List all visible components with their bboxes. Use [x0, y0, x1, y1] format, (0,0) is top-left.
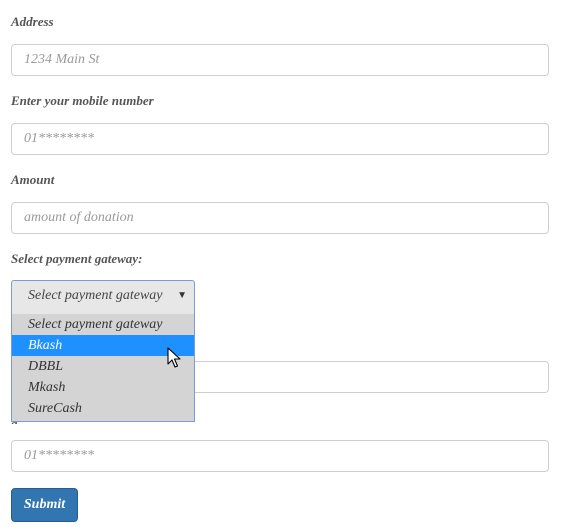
select-current-value: Select payment gateway [28, 288, 163, 303]
second-mobile-input[interactable] [11, 440, 549, 472]
address-input[interactable] [11, 44, 549, 76]
payment-gateway-label: Select payment gateway: [11, 251, 143, 266]
amount-label: Amount [11, 172, 55, 187]
amount-input[interactable] [11, 202, 549, 234]
payment-gateway-select[interactable]: Select payment gateway ▼ [11, 280, 195, 315]
mobile-label: Enter your mobile number [11, 93, 154, 108]
address-label: Address [11, 14, 54, 29]
option-surecash[interactable]: SureCash [12, 398, 194, 419]
chevron-down-icon: ▼ [177, 290, 187, 301]
option-select-payment-gateway[interactable]: Select payment gateway [12, 314, 194, 335]
option-mkash[interactable]: Mkash [12, 377, 194, 398]
submit-button[interactable]: Submit [11, 488, 78, 522]
mobile-number-input[interactable] [11, 123, 549, 155]
mouse-pointer-icon [167, 347, 181, 368]
